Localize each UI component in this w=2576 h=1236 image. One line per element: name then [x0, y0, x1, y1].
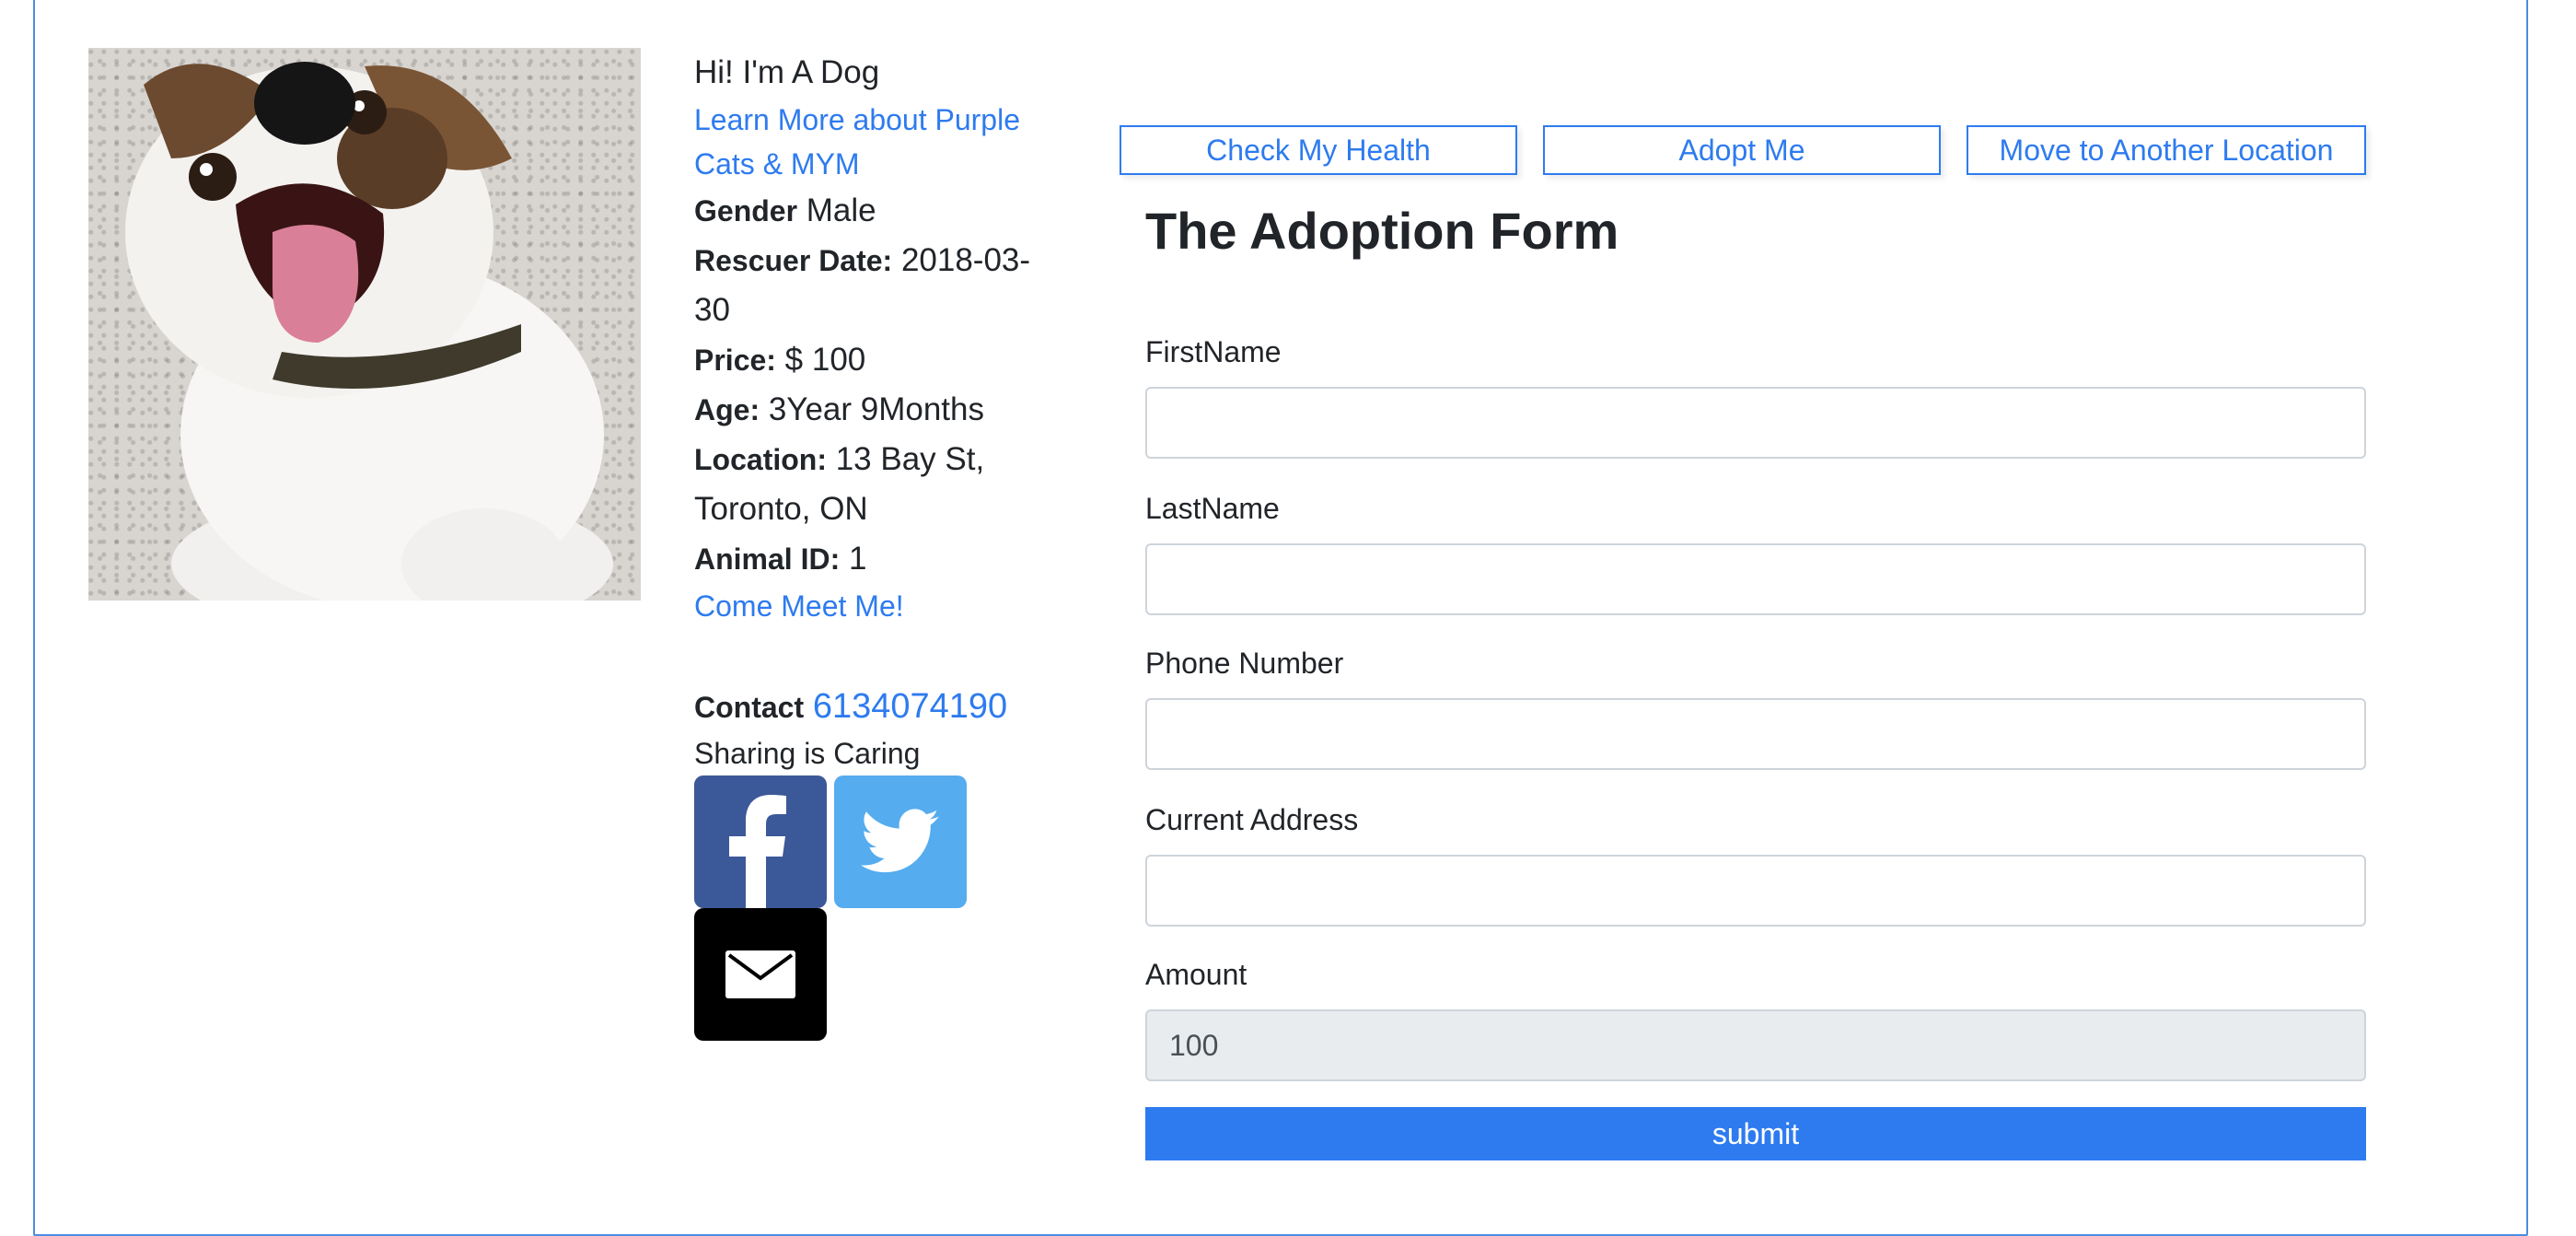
twitter-share-button[interactable]: [834, 775, 967, 908]
amount-label: Amount: [1145, 958, 1247, 991]
price-row: Price: $ 100: [694, 335, 1053, 385]
come-meet-me-link[interactable]: Come Meet Me!: [694, 584, 1053, 628]
tab-check-my-health[interactable]: Check My Health: [1120, 125, 1517, 175]
greeting: Hi! I'm A Dog: [694, 54, 880, 90]
price-label: Price:: [694, 344, 776, 377]
animal-id-row: Animal ID: 1: [694, 534, 1053, 584]
gender-label: Gender: [694, 194, 798, 227]
age-label: Age:: [694, 393, 760, 426]
submit-button[interactable]: submit: [1145, 1107, 2366, 1160]
animal-info: Hi! I'm A Dog Learn More about Purple Ca…: [694, 48, 1053, 628]
price-value: $ 100: [784, 342, 866, 378]
last-name-field[interactable]: [1145, 543, 2366, 615]
email-share-button[interactable]: [694, 908, 827, 1041]
tab-move-location[interactable]: Move to Another Location: [1967, 125, 2366, 175]
location-label: Location:: [694, 443, 827, 476]
current-address-label: Current Address: [1145, 803, 1359, 836]
animal-id-label: Animal ID:: [694, 542, 841, 576]
contact-row: Contact 6134074190: [694, 683, 1007, 730]
age-value: 3Year 9Months: [768, 391, 984, 427]
form-title: The Adoption Form: [1145, 202, 1619, 260]
last-name-label: LastName: [1145, 492, 1280, 525]
current-address-field[interactable]: [1145, 855, 2366, 927]
rescuer-date-label: Rescuer Date:: [694, 244, 893, 277]
email-icon: [725, 950, 795, 998]
phone-number-label: Phone Number: [1145, 647, 1344, 680]
contact-label: Contact: [694, 691, 805, 724]
amount-field: [1145, 1009, 2366, 1081]
twitter-icon: [860, 809, 939, 873]
tab-adopt-me[interactable]: Adopt Me: [1543, 125, 1941, 175]
gender-value: Male: [806, 192, 876, 228]
age-row: Age: 3Year 9Months: [694, 385, 1053, 435]
gender-row: Gender Male: [694, 186, 1053, 236]
rescuer-date-row: Rescuer Date: 2018-03-30: [694, 236, 1053, 335]
phone-number-field[interactable]: [1145, 698, 2366, 770]
animal-id-value: 1: [848, 541, 867, 577]
dog-photo: [88, 48, 641, 601]
location-row: Location: 13 Bay St, Toronto, ON: [694, 435, 1053, 534]
facebook-share-button[interactable]: [694, 775, 827, 908]
learn-more-link[interactable]: Learn More about Purple Cats & MYM: [694, 98, 1053, 186]
sharing-text: Sharing is Caring: [694, 737, 921, 770]
first-name-label: FirstName: [1145, 335, 1282, 368]
contact-phone-link[interactable]: 6134074190: [813, 687, 1007, 726]
dog-illustration: [125, 62, 613, 601]
first-name-field[interactable]: [1145, 387, 2366, 459]
facebook-icon: [729, 795, 786, 908]
